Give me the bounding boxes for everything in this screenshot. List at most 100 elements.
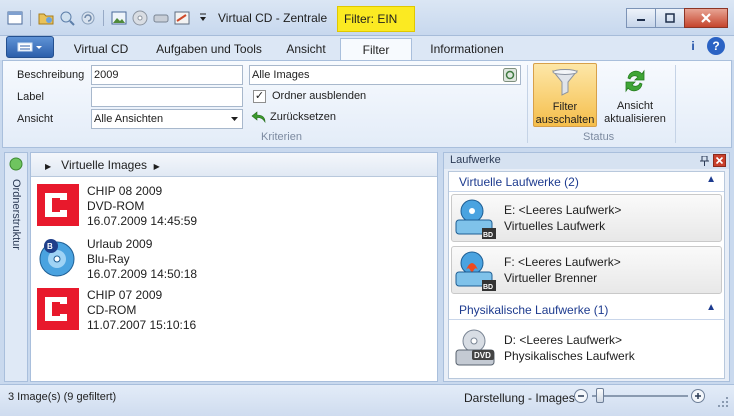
tab-virtual-cd[interactable]: Virtual CD — [58, 38, 144, 60]
chip-logo-icon — [37, 184, 79, 226]
hide-folders-label: Ordner ausblenden — [272, 90, 367, 102]
drive-name: F: <Leeres Laufwerk> — [504, 255, 621, 269]
update-view-button[interactable]: Ansicht aktualisieren — [600, 63, 670, 127]
toolbar-separator — [30, 10, 31, 26]
hide-folders-checkbox[interactable]: ✓ — [253, 90, 266, 103]
reset-label: Zurücksetzen — [270, 111, 337, 123]
physical-drives-section[interactable]: Physikalische Laufwerke (1) ▲ — [449, 300, 724, 320]
image-list-item[interactable]: CHIP 07 2009 CD-ROM 11.07.2007 15:10:16 — [35, 286, 435, 336]
dropdown-icon[interactable] — [194, 9, 212, 27]
filter-status-badge: Filter: EIN — [337, 6, 415, 32]
drive-icon[interactable] — [152, 9, 170, 27]
zoom-in-icon[interactable] — [691, 389, 705, 403]
images-panel: ▶ Virtuelle Images ▶ CHIP 08 2009 DVD-RO… — [30, 152, 438, 382]
image-list-item[interactable]: B Urlaub 2009 Blu-Ray 16.07.2009 14:50:1… — [35, 235, 435, 285]
update-view-label-line2: aktualisieren — [604, 113, 666, 125]
window-controls — [626, 8, 728, 28]
drives-panel: Laufwerke Virtuelle Laufwerke (2) ▲ BD E… — [443, 152, 730, 382]
maximize-icon[interactable] — [655, 8, 685, 28]
view-label: Ansicht — [17, 113, 54, 125]
info-icon[interactable]: i — [684, 37, 702, 55]
bluray-disc-icon: B — [37, 237, 79, 279]
minimize-icon[interactable] — [626, 8, 656, 28]
image-picker-icon — [503, 68, 517, 82]
label-label: Label — [17, 91, 44, 103]
application-menu-button[interactable] — [6, 36, 54, 58]
description-value: 2009 — [94, 69, 119, 81]
folder-structure-rail[interactable]: Ordnerstruktur — [4, 152, 28, 382]
image-name: CHIP 07 2009 — [87, 288, 163, 302]
criteria-group-label: Kriterien — [261, 131, 302, 143]
image-date: 11.07.2007 15:10:16 — [87, 318, 197, 332]
undo-arrow-icon — [251, 111, 266, 123]
title-bar: Virtual CD - Zentrale Filter: EIN — [0, 0, 734, 36]
breadcrumb-arrow-icon: ▶ — [45, 162, 52, 171]
collapse-icon[interactable]: ▲ — [706, 174, 716, 185]
image-type: Blu-Ray — [87, 252, 130, 266]
description-label: Beschreibung — [17, 69, 85, 81]
bd-burner-icon: BD — [454, 250, 498, 292]
close-panel-icon[interactable] — [713, 154, 726, 167]
pin-icon[interactable] — [700, 156, 709, 166]
drive-name: D: <Leeres Laufwerk> — [504, 333, 623, 347]
ribbon-tab-row: Virtual CD Aufgaben und Tools Ansicht Fi… — [0, 36, 734, 60]
bd-drive-icon: BD — [454, 198, 498, 240]
disc-icon[interactable] — [131, 9, 149, 27]
image-date: 16.07.2009 14:50:18 — [87, 267, 198, 281]
folder-icon[interactable] — [37, 9, 55, 27]
image-icon[interactable] — [110, 9, 128, 27]
tab-information[interactable]: Informationen — [414, 38, 520, 60]
drive-item[interactable]: BD E: <Leeres Laufwerk> Virtuelles Laufw… — [451, 194, 722, 242]
breadcrumb-item[interactable]: Virtuelle Images — [61, 158, 147, 172]
filter-off-button[interactable]: Filter ausschalten — [533, 63, 597, 127]
refresh-icon[interactable] — [79, 9, 97, 27]
image-date: 16.07.2009 14:45:59 — [87, 214, 198, 228]
tab-filter[interactable]: Filter — [340, 38, 412, 60]
images-select[interactable]: Alle Images — [249, 65, 521, 85]
update-view-label-line1: Ansicht — [616, 100, 654, 112]
settings-icon[interactable] — [173, 9, 191, 27]
drive-item[interactable]: DVD D: <Leeres Laufwerk> Physikalisches … — [451, 324, 722, 372]
virtual-drives-section[interactable]: Virtuelle Laufwerke (2) ▲ — [449, 172, 724, 192]
filter-off-label-line1: Filter — [552, 101, 578, 113]
filter-status-text: Filter: EIN — [344, 12, 398, 26]
funnel-icon — [551, 69, 579, 96]
images-select-value: Alle Images — [252, 69, 310, 81]
svg-text:BD: BD — [483, 232, 493, 239]
resize-grip-icon[interactable] — [718, 397, 730, 409]
zoom-out-icon[interactable] — [574, 389, 588, 403]
dvd-drive-icon: DVD — [454, 328, 498, 370]
svg-text:B: B — [47, 242, 53, 251]
refresh-arrows-icon — [625, 69, 645, 93]
description-input[interactable]: 2009 — [91, 65, 243, 85]
chevron-down-icon — [231, 117, 238, 121]
virtual-drives-heading: Virtuelle Laufwerke (2) — [459, 175, 579, 189]
search-icon[interactable] — [58, 9, 76, 27]
drives-list: Virtuelle Laufwerke (2) ▲ BD E: <Leeres … — [448, 171, 725, 379]
close-icon[interactable] — [684, 8, 728, 28]
window-title: Virtual CD - Zentrale — [218, 11, 328, 25]
layout-icon[interactable] — [6, 9, 24, 27]
collapse-icon[interactable]: ▲ — [706, 302, 716, 313]
image-name: Urlaub 2009 — [87, 237, 153, 251]
menu-icon — [17, 42, 42, 52]
group-separator — [675, 65, 676, 143]
svg-text:BD: BD — [483, 284, 493, 291]
view-mode-label: Darstellung - Images — [464, 391, 575, 405]
image-list-item[interactable]: CHIP 08 2009 DVD-ROM 16.07.2009 14:45:59 — [35, 182, 435, 232]
breadcrumb[interactable]: ▶ Virtuelle Images ▶ — [31, 153, 437, 177]
label-input[interactable] — [91, 87, 243, 107]
help-icon[interactable]: ? — [707, 37, 725, 55]
ribbon-filter-panel: Beschreibung 2009 Label Ansicht Alle Ans… — [2, 60, 732, 148]
toolbar-separator — [103, 10, 104, 26]
drive-type: Virtueller Brenner — [504, 271, 598, 285]
drive-item[interactable]: BD F: <Leeres Laufwerk> Virtueller Brenn… — [451, 246, 722, 294]
tab-tasks-and-tools[interactable]: Aufgaben und Tools — [144, 38, 274, 60]
drive-name: E: <Leeres Laufwerk> — [504, 203, 622, 217]
tab-view[interactable]: Ansicht — [274, 38, 338, 60]
zoom-slider-track[interactable] — [592, 388, 688, 403]
chip-logo-icon — [37, 288, 79, 330]
view-select[interactable]: Alle Ansichten — [91, 109, 243, 129]
group-separator — [527, 65, 528, 143]
zoom-slider-thumb[interactable] — [596, 388, 605, 403]
